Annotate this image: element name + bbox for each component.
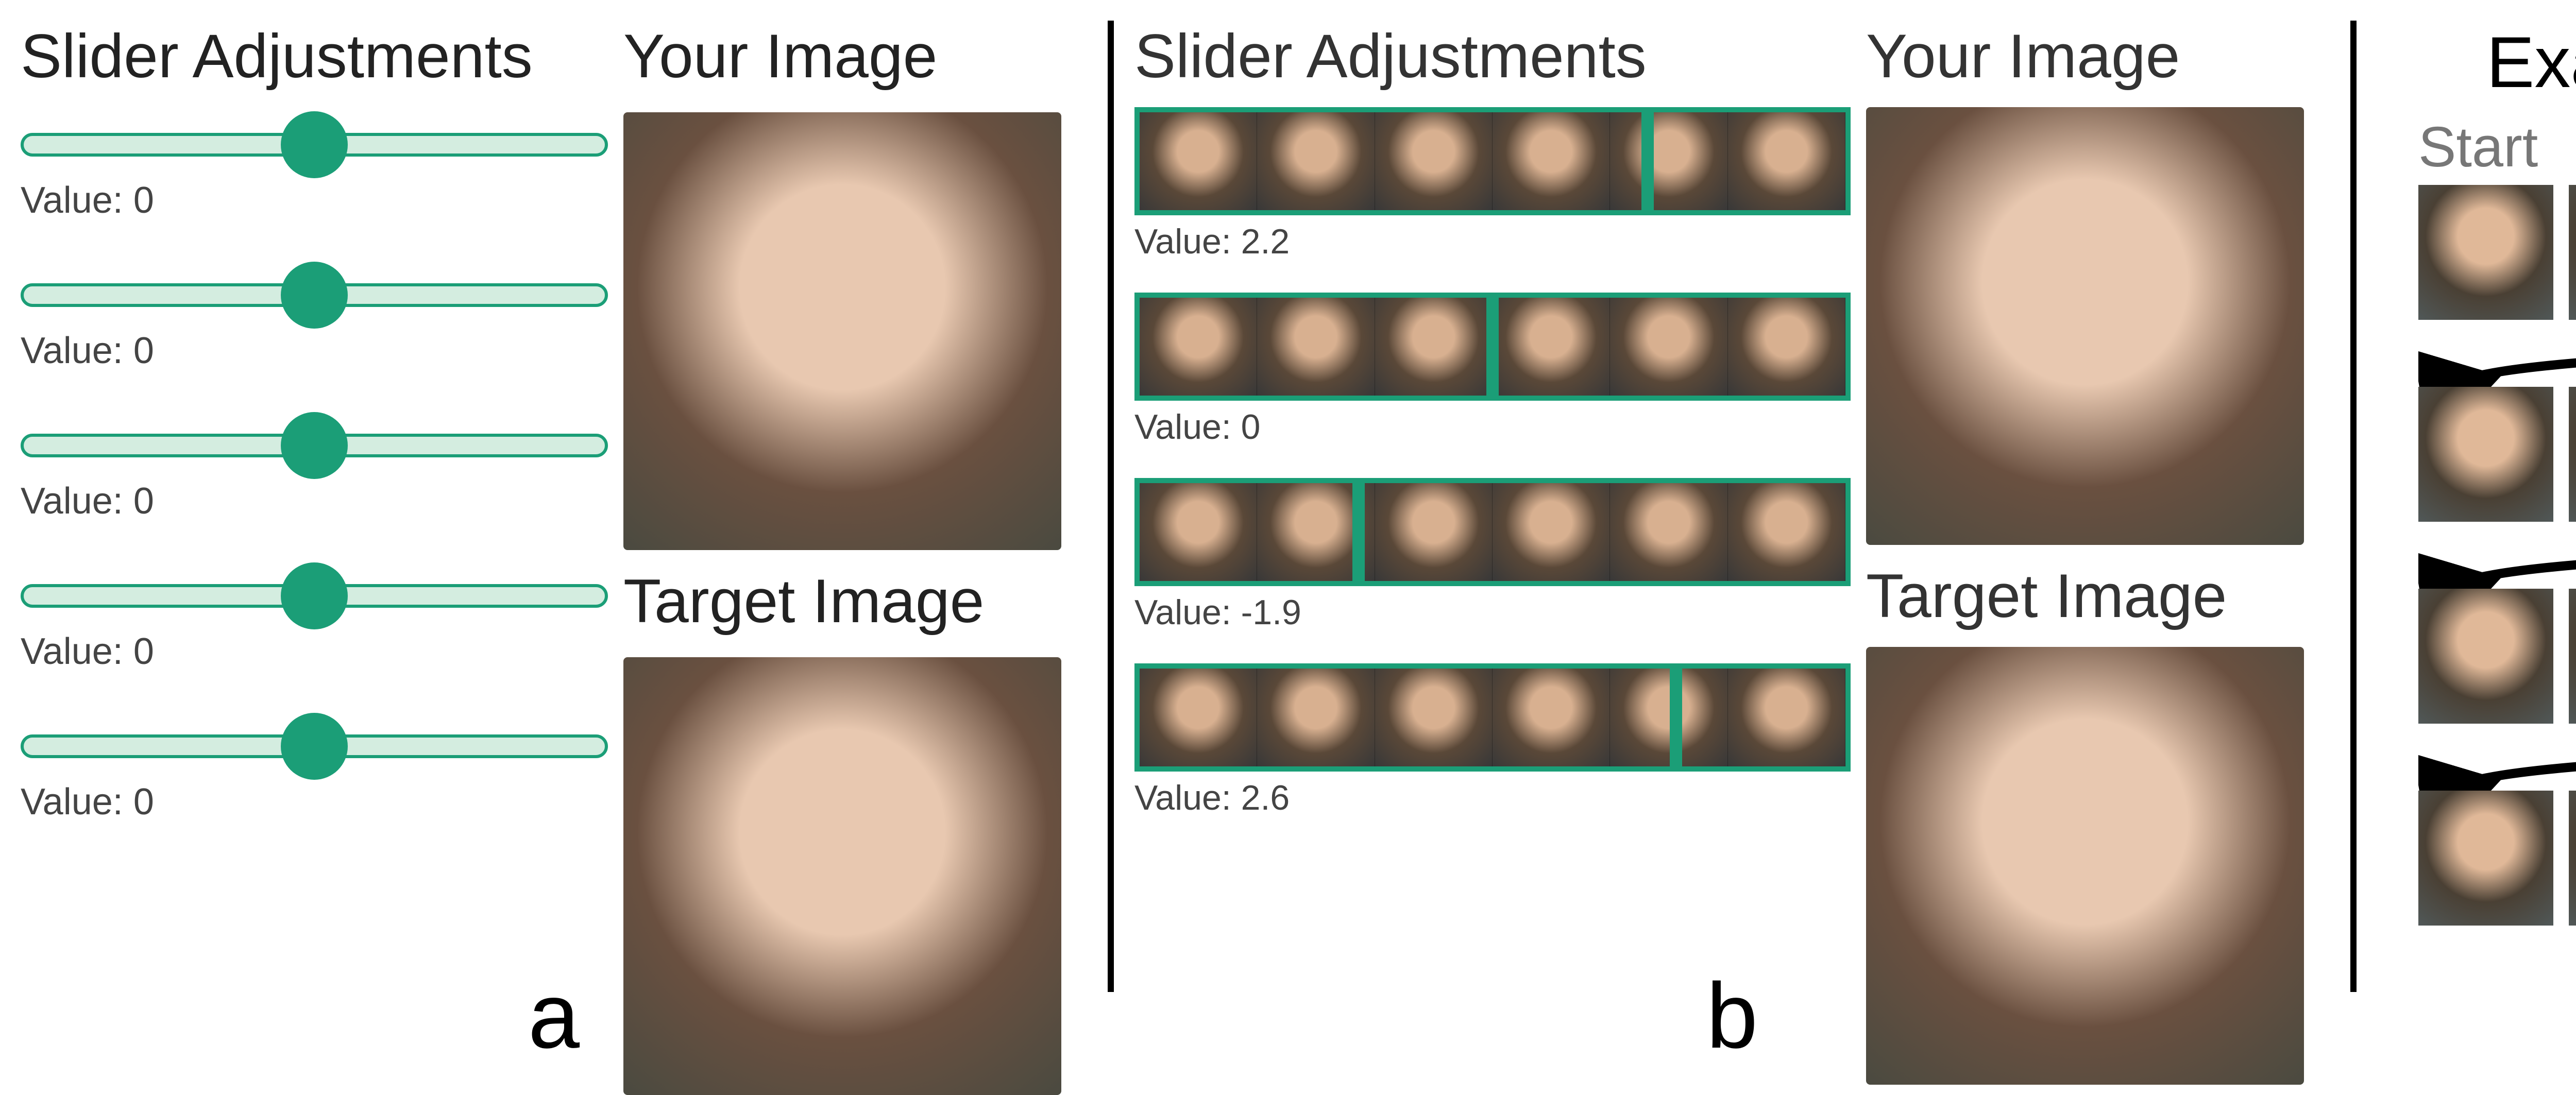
exploration-arrow bbox=[2418, 734, 2576, 791]
filmstrip-slider-1[interactable] bbox=[1134, 293, 1851, 401]
filmstrip-value-label: Value: 2.6 bbox=[1134, 778, 1851, 818]
panel-a-sliders-column: Slider Adjustments Value: 0 Value: 0 Val… bbox=[21, 21, 623, 1059]
panel-b-sliders-column: Slider Adjustments Value: 2.2 Value: 0 V… bbox=[1134, 21, 1866, 1059]
exploration-row bbox=[2418, 589, 2576, 724]
filmstrip-marker[interactable] bbox=[1486, 293, 1499, 401]
filmstrip-slider-3[interactable] bbox=[1134, 663, 1851, 772]
filmstrip-frame bbox=[1375, 669, 1493, 766]
slider-value-label: Value: 0 bbox=[21, 480, 608, 522]
filmstrip-marker[interactable] bbox=[1670, 663, 1682, 772]
filmstrip-frame bbox=[1610, 112, 1727, 210]
slider-thumb[interactable] bbox=[281, 412, 348, 479]
panel-b-your-heading: Your Image bbox=[1866, 21, 2330, 92]
slider-value-label: Value: 0 bbox=[21, 630, 608, 673]
divider-ab bbox=[1108, 21, 1114, 992]
filmstrip-marker[interactable] bbox=[1641, 107, 1654, 215]
panel-letter-a: a bbox=[528, 963, 580, 1069]
exploration-arrow bbox=[2418, 330, 2576, 387]
figure-container: Slider Adjustments Value: 0 Value: 0 Val… bbox=[0, 0, 2576, 1080]
filmstrip-frame bbox=[1375, 112, 1493, 210]
exploration-arrow bbox=[2418, 532, 2576, 589]
filmstrip-frame bbox=[1493, 483, 1610, 581]
slider-thumb[interactable] bbox=[281, 713, 348, 780]
exploration-face bbox=[2569, 791, 2576, 926]
filmstrip-frame bbox=[1728, 483, 1845, 581]
panel-letter-b: b bbox=[1706, 963, 1758, 1069]
exploration-row bbox=[2418, 387, 2576, 522]
slider-thumb[interactable] bbox=[281, 262, 348, 329]
slider-basic-0[interactable] bbox=[21, 112, 608, 174]
filmstrip-value-label: Value: 0 bbox=[1134, 407, 1851, 447]
panel-c-start-label: Start bbox=[2418, 114, 2576, 180]
filmstrip-frame bbox=[1493, 669, 1610, 766]
panel-a-target-heading: Target Image bbox=[623, 566, 1087, 637]
exploration-face bbox=[2418, 185, 2553, 320]
filmstrip-slider-0[interactable] bbox=[1134, 107, 1851, 215]
filmstrip-frame bbox=[1257, 298, 1375, 396]
panel-a-slider-heading: Slider Adjustments bbox=[21, 21, 608, 92]
panel-b-target-heading: Target Image bbox=[1866, 560, 2330, 631]
your-image-a bbox=[623, 112, 1061, 550]
slider-thumb[interactable] bbox=[281, 562, 348, 629]
panel-a-your-heading: Your Image bbox=[623, 21, 1087, 92]
filmstrip-frame bbox=[1140, 669, 1257, 766]
filmstrip-frame bbox=[1728, 669, 1845, 766]
slider-basic-3[interactable] bbox=[21, 563, 608, 625]
filmstrip-frame bbox=[1610, 298, 1727, 396]
filmstrip-frame bbox=[1493, 112, 1610, 210]
target-image-a bbox=[623, 657, 1061, 1095]
exploration-face bbox=[2569, 185, 2576, 320]
filmstrip-frame bbox=[1728, 112, 1845, 210]
filmstrip-slider-2[interactable] bbox=[1134, 478, 1851, 586]
filmstrip-frame bbox=[1493, 298, 1610, 396]
filmstrip-frame bbox=[1257, 112, 1375, 210]
exploration-face bbox=[2418, 791, 2553, 926]
slider-basic-1[interactable] bbox=[21, 263, 608, 324]
filmstrip-frame bbox=[1140, 298, 1257, 396]
filmstrip-frame bbox=[1140, 112, 1257, 210]
target-image-b bbox=[1866, 647, 2304, 1085]
exploration-row bbox=[2418, 185, 2576, 320]
panel-b-images-column: Your Image Target Image bbox=[1866, 21, 2330, 1059]
slider-basic-4[interactable] bbox=[21, 714, 608, 776]
filmstrip-marker[interactable] bbox=[1352, 478, 1365, 586]
exploration-face bbox=[2418, 589, 2553, 724]
panel-b-slider-heading: Slider Adjustments bbox=[1134, 21, 1851, 92]
panel-c-bottom-labels: Solution Target bbox=[2377, 936, 2576, 1007]
exploration-face bbox=[2569, 387, 2576, 522]
filmstrip-frame bbox=[1728, 298, 1845, 396]
panel-c: Example: User exploration path (Not part… bbox=[2357, 0, 2576, 1080]
your-image-b bbox=[1866, 107, 2304, 545]
slider-value-label: Value: 0 bbox=[21, 179, 608, 221]
panel-b: Slider Adjustments Value: 2.2 Value: 0 V… bbox=[1114, 0, 2350, 1080]
exploration-face bbox=[2569, 589, 2576, 724]
filmstrip-value-label: Value: 2.2 bbox=[1134, 221, 1851, 262]
panel-c-title: Example: User exploration path (Not part… bbox=[2377, 21, 2576, 104]
slider-value-label: Value: 0 bbox=[21, 330, 608, 372]
divider-bc bbox=[2350, 21, 2357, 992]
filmstrip-frame bbox=[1610, 669, 1727, 766]
filmstrip-value-label: Value: -1.9 bbox=[1134, 592, 1851, 632]
filmstrip-frame bbox=[1375, 298, 1493, 396]
slider-basic-2[interactable] bbox=[21, 413, 608, 475]
slider-thumb[interactable] bbox=[281, 111, 348, 178]
filmstrip-frame bbox=[1257, 669, 1375, 766]
panel-a-images-column: Your Image Target Image bbox=[623, 21, 1087, 1059]
filmstrip-frame bbox=[1375, 483, 1493, 581]
exploration-row bbox=[2418, 791, 2576, 926]
slider-value-label: Value: 0 bbox=[21, 781, 608, 823]
filmstrip-frame bbox=[1610, 483, 1727, 581]
exploration-face bbox=[2418, 387, 2553, 522]
panel-a: Slider Adjustments Value: 0 Value: 0 Val… bbox=[0, 0, 1108, 1080]
filmstrip-frame bbox=[1140, 483, 1257, 581]
